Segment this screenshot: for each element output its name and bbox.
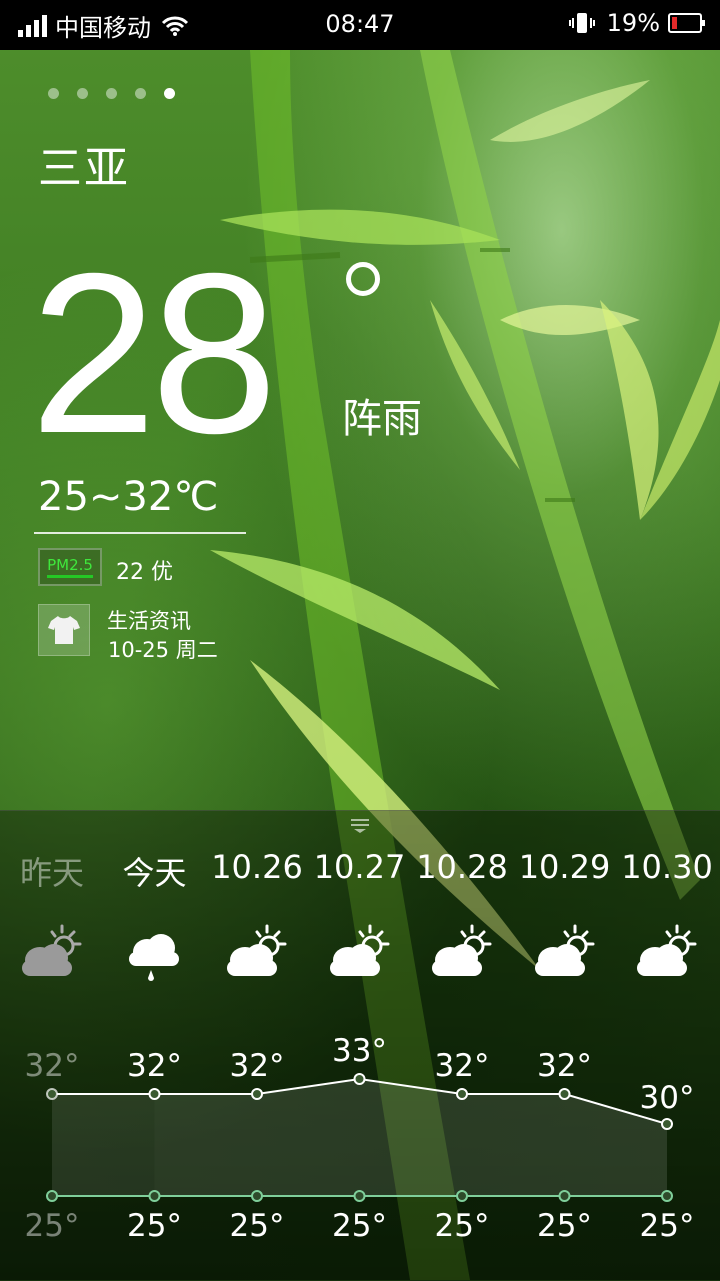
page-dot[interactable] bbox=[106, 88, 117, 99]
forecast-day-label[interactable]: 10.27 bbox=[309, 848, 411, 886]
low-temp-point bbox=[251, 1190, 263, 1202]
partly-cloudy-icon bbox=[631, 922, 703, 982]
life-info-title[interactable]: 生活资讯 bbox=[107, 605, 191, 635]
vibrate-icon bbox=[568, 13, 595, 33]
partly-cloudy-icon bbox=[16, 922, 88, 982]
city-name[interactable]: 三亚 bbox=[38, 132, 130, 196]
life-info-date: 10-25 周二 bbox=[108, 638, 218, 662]
divider bbox=[34, 532, 246, 534]
partly-cloudy-icon bbox=[529, 922, 601, 982]
page-indicator[interactable] bbox=[48, 88, 175, 99]
temperature-range: 25~32℃ bbox=[38, 474, 219, 520]
pm25-label: PM2.5 bbox=[47, 556, 93, 574]
high-temp-point bbox=[353, 1073, 366, 1085]
current-condition: 阵雨 bbox=[342, 396, 422, 442]
low-temp-point bbox=[661, 1190, 673, 1202]
pm25-badge[interactable]: PM2.5 bbox=[38, 548, 102, 586]
high-temp-point bbox=[46, 1088, 58, 1100]
low-temp-point bbox=[353, 1190, 366, 1202]
low-temp-point bbox=[456, 1190, 468, 1202]
page-dot-active[interactable] bbox=[164, 88, 175, 99]
low-temp-point bbox=[558, 1190, 571, 1202]
rain-shower-icon bbox=[119, 922, 191, 982]
high-temp-point bbox=[661, 1118, 673, 1130]
high-temp-point bbox=[251, 1088, 263, 1100]
expand-handle-icon[interactable] bbox=[349, 818, 371, 834]
degree-symbol bbox=[346, 262, 380, 296]
chart-area bbox=[154, 1079, 667, 1196]
forecast-day-label[interactable]: 10.26 bbox=[206, 848, 308, 886]
tshirt-icon[interactable] bbox=[38, 604, 90, 656]
current-temperature: 28 bbox=[30, 227, 278, 481]
high-temp-point bbox=[456, 1088, 468, 1100]
low-temp-point bbox=[46, 1190, 58, 1202]
forecast-day-label[interactable]: 10.29 bbox=[514, 848, 616, 886]
forecast-day-label[interactable]: 今天 bbox=[104, 848, 206, 894]
temperature-chart bbox=[46, 1073, 673, 1202]
partly-cloudy-icon bbox=[426, 922, 498, 982]
high-temp-point bbox=[148, 1088, 161, 1100]
page-dot[interactable] bbox=[77, 88, 88, 99]
forecast-day-label[interactable]: 10.28 bbox=[411, 848, 513, 886]
page-dot[interactable] bbox=[48, 88, 59, 99]
battery-icon bbox=[668, 13, 705, 33]
forecast-day-label[interactable]: 10.30 bbox=[616, 848, 718, 886]
high-temp-point bbox=[558, 1088, 571, 1100]
partly-cloudy-icon bbox=[221, 922, 293, 982]
battery-percent: 19% bbox=[606, 9, 660, 37]
status-bar: 中国移动 08:47 19% bbox=[0, 0, 720, 50]
partly-cloudy-icon bbox=[324, 922, 396, 982]
pm25-level-bar bbox=[47, 575, 93, 578]
pm25-value[interactable]: 22 优 bbox=[116, 554, 173, 586]
low-temp-point bbox=[148, 1190, 161, 1202]
forecast-day-label[interactable]: 昨天 bbox=[1, 848, 103, 894]
page-dot[interactable] bbox=[135, 88, 146, 99]
chart-area-yesterday bbox=[52, 1094, 155, 1196]
